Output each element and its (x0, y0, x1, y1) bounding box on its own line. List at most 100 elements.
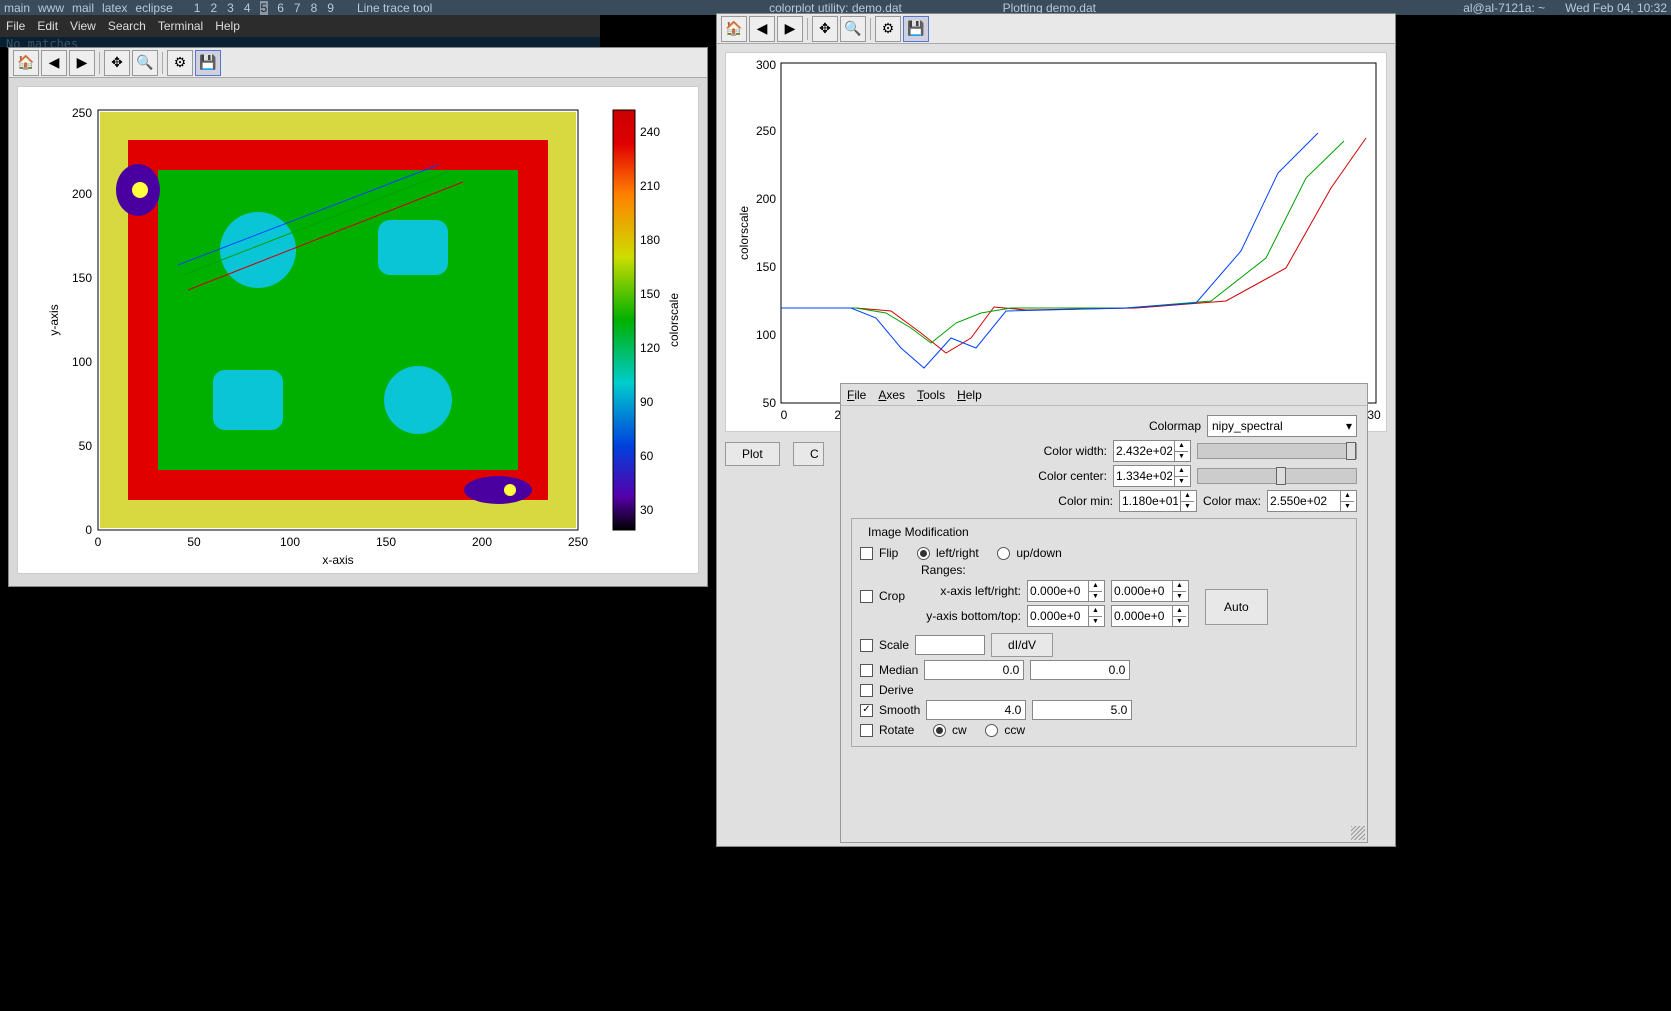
menu-file[interactable]: File (847, 388, 866, 402)
clock: Wed Feb 04, 10:32 (1565, 1, 1667, 15)
x-right-input[interactable]: ▲▼ (1111, 580, 1189, 602)
color-min-input[interactable]: ▲▼ (1119, 490, 1197, 512)
scale-input[interactable] (915, 635, 985, 655)
back-icon[interactable]: ◀ (749, 16, 775, 42)
workspace-6[interactable]: 6 (276, 1, 285, 15)
menu-edit[interactable]: Edit (37, 19, 58, 33)
group-title: Image Modification (864, 525, 973, 539)
menu-file[interactable]: File (6, 19, 25, 33)
terminal-menubar: File Edit View Search Terminal Help (0, 15, 600, 37)
scale-checkbox[interactable] (860, 639, 873, 652)
colormap-select[interactable]: nipy_spectral ▾ (1207, 415, 1357, 437)
y-bottom-input[interactable]: ▲▼ (1027, 605, 1105, 627)
back-icon[interactable]: ◀ (41, 50, 67, 76)
menu-search[interactable]: Search (108, 19, 146, 33)
flip-label: Flip (879, 546, 898, 560)
derive-checkbox[interactable] (860, 684, 873, 697)
resize-grip-icon[interactable] (1351, 826, 1365, 840)
menu-tools[interactable]: Tools (917, 388, 945, 402)
mpl-toolbar-2: 🏠 ◀ ▶ ✥ 🔍 ⚙ 💾 (717, 14, 1395, 44)
line-plot[interactable]: 300 250 200 150 100 50 0 20 30 colorscal… (725, 52, 1387, 432)
updown-label: up/down (1016, 546, 1061, 560)
menu-terminal[interactable]: Terminal (158, 19, 203, 33)
smooth-1-input[interactable] (926, 700, 1026, 720)
colorplot-window: 🏠 ◀ ▶ ✥ 🔍 ⚙ 💾 (8, 47, 708, 587)
pan-icon[interactable]: ✥ (104, 50, 130, 76)
flip-checkbox[interactable] (860, 547, 873, 560)
cbarlabel: colorscale (667, 293, 681, 347)
configure-icon[interactable]: ⚙ (875, 16, 901, 42)
leftright-radio[interactable] (917, 547, 930, 560)
cbtick: 180 (640, 233, 660, 247)
color-width-input[interactable]: ▲▼ (1113, 440, 1191, 462)
workspace-4[interactable]: 4 (243, 1, 252, 15)
ws-label[interactable]: www (38, 1, 64, 15)
ccw-radio[interactable] (985, 724, 998, 737)
color-center-label: Color center: (1038, 469, 1107, 483)
configure-icon[interactable]: ⚙ (167, 50, 193, 76)
save-icon[interactable]: 💾 (195, 50, 221, 76)
crop-checkbox[interactable] (860, 590, 873, 603)
x-left-input[interactable]: ▲▼ (1027, 580, 1105, 602)
median-1-input[interactable] (924, 660, 1024, 680)
rotate-label: Rotate (879, 723, 914, 737)
color-width-slider[interactable] (1197, 443, 1357, 459)
xtick: 30 (1367, 408, 1381, 422)
ytick: 300 (756, 58, 776, 72)
forward-icon[interactable]: ▶ (777, 16, 803, 42)
updown-radio[interactable] (997, 547, 1010, 560)
menu-help[interactable]: Help (215, 19, 240, 33)
ytick: 250 (72, 106, 92, 120)
color-max-input[interactable]: ▲▼ (1267, 490, 1357, 512)
median-checkbox[interactable] (860, 664, 873, 677)
cbtick: 210 (640, 179, 660, 193)
ws-label[interactable]: latex (102, 1, 127, 15)
ytick: 100 (756, 328, 776, 342)
menu-view[interactable]: View (70, 19, 96, 33)
y-top-input[interactable]: ▲▼ (1111, 605, 1189, 627)
median-2-input[interactable] (1030, 660, 1130, 680)
forward-icon[interactable]: ▶ (69, 50, 95, 76)
workspace-5[interactable]: 5 (260, 1, 269, 15)
ws-label[interactable]: eclipse (135, 1, 172, 15)
c-button[interactable]: C (793, 442, 824, 466)
heatmap-plot[interactable]: 250 200 150 100 50 0 0 50 100 150 200 25… (17, 86, 699, 574)
workspace-7[interactable]: 7 (293, 1, 302, 15)
home-icon[interactable]: 🏠 (13, 50, 39, 76)
ytick: 250 (756, 124, 776, 138)
ws-label[interactable]: mail (72, 1, 94, 15)
workspace-8[interactable]: 8 (310, 1, 319, 15)
mpl-toolbar: 🏠 ◀ ▶ ✥ 🔍 ⚙ 💾 (9, 48, 707, 78)
plot-button[interactable]: Plot (725, 442, 780, 466)
home-icon[interactable]: 🏠 (721, 16, 747, 42)
menu-help[interactable]: Help (957, 388, 982, 402)
cbtick: 90 (640, 395, 654, 409)
smooth-2-input[interactable] (1032, 700, 1132, 720)
auto-button[interactable]: Auto (1205, 589, 1268, 625)
workspace-3[interactable]: 3 (226, 1, 235, 15)
didv-button[interactable]: dI/dV (991, 633, 1053, 657)
workspace-1[interactable]: 1 (193, 1, 202, 15)
settings-panel: File Axes Tools Help Colormap nipy_spect… (840, 383, 1368, 843)
ytick: 150 (72, 271, 92, 285)
smooth-checkbox[interactable]: ✓ (860, 704, 873, 717)
cbtick: 240 (640, 125, 660, 139)
pan-icon[interactable]: ✥ (812, 16, 838, 42)
image-modification-group: Image Modification Flip left/right up/do… (851, 518, 1357, 747)
color-center-input[interactable]: ▲▼ (1113, 465, 1191, 487)
tool-label: Line trace tool (357, 1, 432, 15)
zoom-icon[interactable]: 🔍 (132, 50, 158, 76)
xtick: 200 (472, 535, 492, 549)
rotate-checkbox[interactable] (860, 724, 873, 737)
cw-radio[interactable] (933, 724, 946, 737)
ws-label[interactable]: main (4, 1, 30, 15)
ytick: 200 (72, 187, 92, 201)
zoom-icon[interactable]: 🔍 (840, 16, 866, 42)
color-center-slider[interactable] (1197, 468, 1357, 484)
workspace-9[interactable]: 9 (326, 1, 335, 15)
menu-axes[interactable]: Axes (878, 388, 905, 402)
save-icon[interactable]: 💾 (903, 16, 929, 42)
workspace-2[interactable]: 2 (209, 1, 218, 15)
cbtick: 60 (640, 449, 654, 463)
xlabel: x-axis (322, 553, 353, 567)
